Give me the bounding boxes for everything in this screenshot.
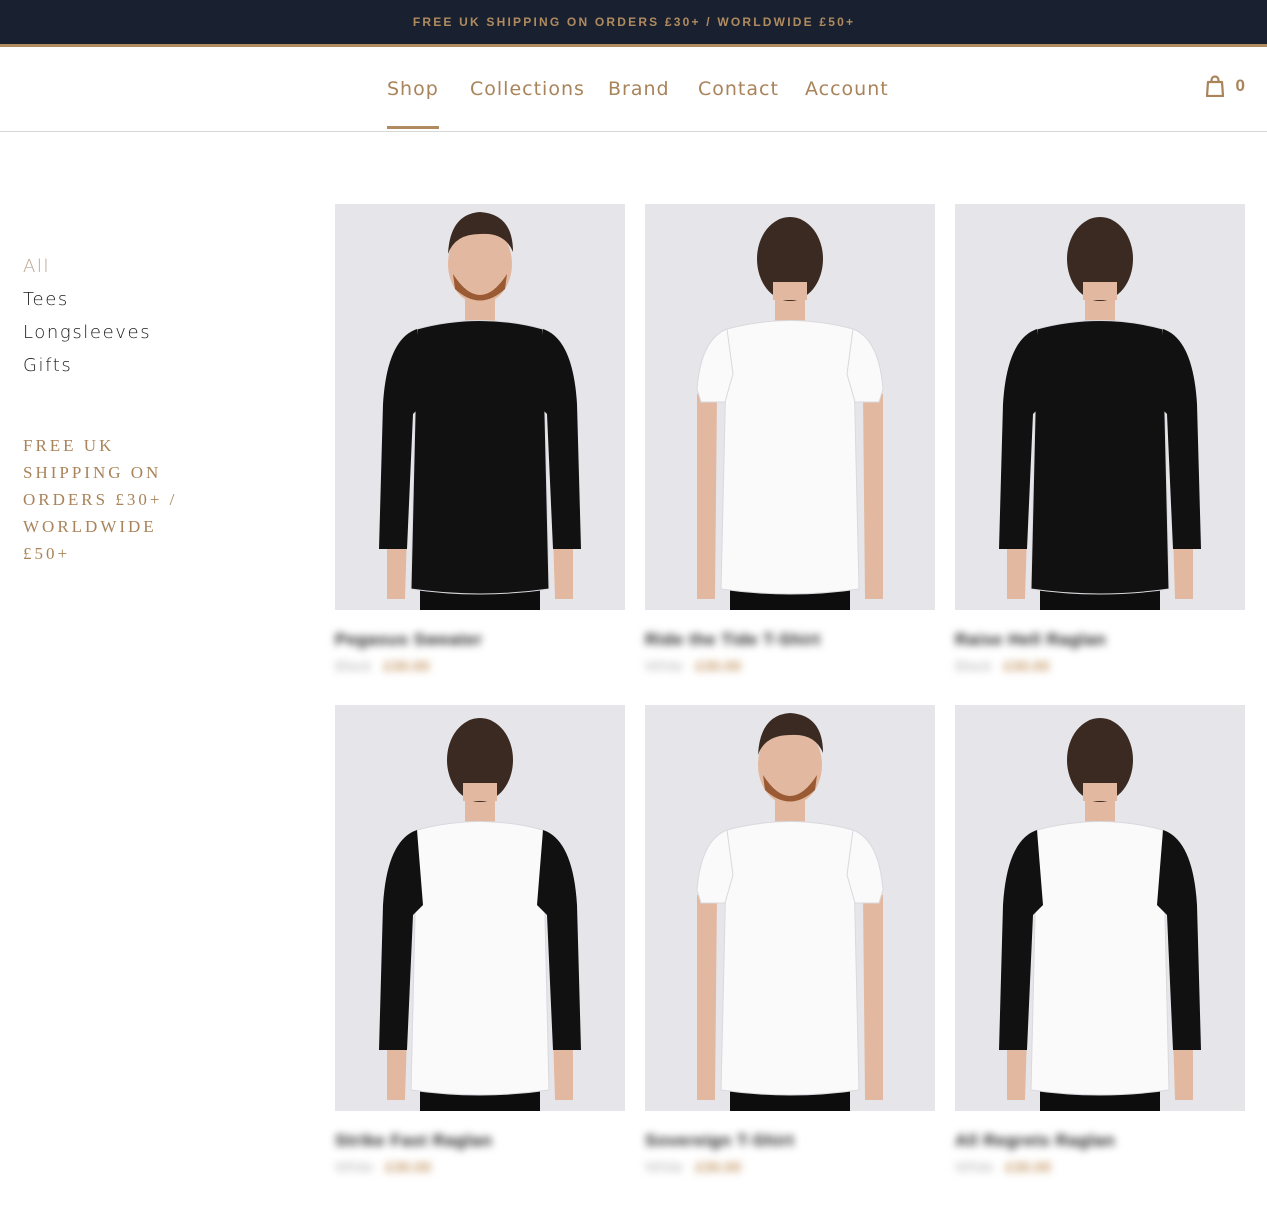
product-card[interactable]: Ride the Tide T-Shirt White £30.00 <box>645 204 935 675</box>
product-color: Black <box>335 658 372 675</box>
nav-collections[interactable]: Collections <box>470 78 585 100</box>
product-name[interactable]: Raise Hell Raglan <box>955 630 1245 650</box>
product-name[interactable]: Ride the Tide T-Shirt <box>645 630 935 650</box>
product-color: White <box>955 1159 994 1176</box>
product-card[interactable]: All Regrets Raglan White £30.00 <box>955 705 1245 1176</box>
product-image[interactable] <box>645 204 935 610</box>
product-card[interactable]: Raise Hell Raglan Black £30.00 <box>955 204 1245 675</box>
cart-button[interactable]: 0 <box>1205 75 1245 97</box>
shopping-bag-icon <box>1205 75 1225 97</box>
product-card[interactable]: Sovereign T-Shirt White £30.00 <box>645 705 935 1176</box>
shipping-promo: FREE UK SHIPPING ON ORDERS £30+ / WORLDW… <box>23 436 178 563</box>
category-all[interactable]: All <box>23 250 223 283</box>
product-price: £30.00 <box>695 1159 742 1176</box>
cart-count: 0 <box>1235 76 1245 95</box>
site-header: Shop Collections Brand Contact Account 0 <box>0 47 1267 132</box>
product-image[interactable] <box>335 705 625 1111</box>
category-tees[interactable]: Tees <box>23 283 223 316</box>
product-color: Black <box>955 658 992 675</box>
product-price: £30.00 <box>383 658 430 675</box>
product-card[interactable]: Pegasus Sweater Black £30.00 <box>335 204 625 675</box>
announcement-bar: FREE UK SHIPPING ON ORDERS £30+ / WORLDW… <box>0 0 1267 47</box>
product-image[interactable] <box>335 204 625 610</box>
category-gifts[interactable]: Gifts <box>23 349 223 382</box>
nav-account[interactable]: Account <box>805 78 889 100</box>
product-image[interactable] <box>645 705 935 1111</box>
product-color: White <box>335 1159 374 1176</box>
product-color: White <box>645 1159 684 1176</box>
category-sidebar: All Tees Longsleeves Gifts FREE UK SHIPP… <box>23 250 223 567</box>
product-name[interactable]: Pegasus Sweater <box>335 630 625 650</box>
product-price: £30.00 <box>385 1159 432 1176</box>
nav-shop[interactable]: Shop <box>387 78 439 129</box>
main-nav: Shop Collections Brand Contact Account <box>0 47 1267 131</box>
nav-brand[interactable]: Brand <box>608 78 670 100</box>
product-name[interactable]: All Regrets Raglan <box>955 1131 1245 1151</box>
product-card[interactable]: Strike Fast Raglan White £30.00 <box>335 705 625 1176</box>
announcement-text: FREE UK SHIPPING ON ORDERS £30+ / WORLDW… <box>412 15 856 29</box>
product-price: £30.00 <box>695 658 742 675</box>
product-image[interactable] <box>955 705 1245 1111</box>
product-price: £30.00 <box>1003 658 1050 675</box>
product-color: White <box>645 658 684 675</box>
product-image[interactable] <box>955 204 1245 610</box>
product-name[interactable]: Strike Fast Raglan <box>335 1131 625 1151</box>
nav-contact[interactable]: Contact <box>698 78 779 100</box>
product-price: £30.00 <box>1005 1159 1052 1176</box>
product-name[interactable]: Sovereign T-Shirt <box>645 1131 935 1151</box>
category-longsleeves[interactable]: Longsleeves <box>23 316 223 349</box>
